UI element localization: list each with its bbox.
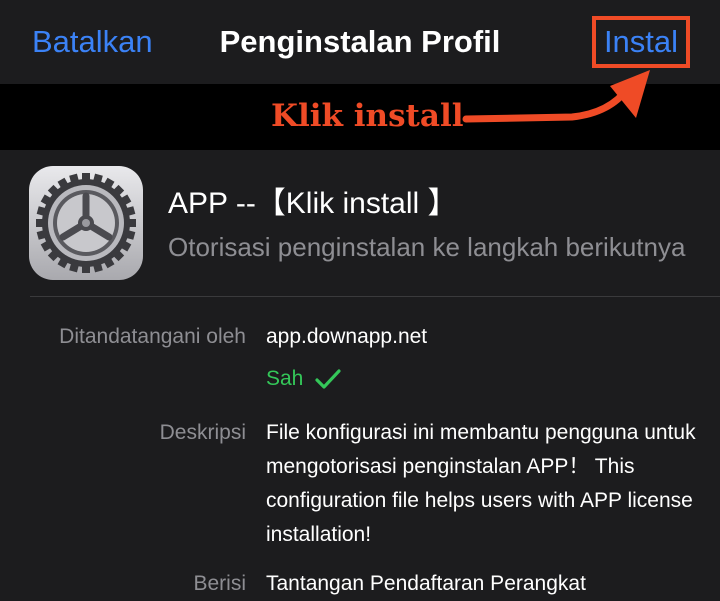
settings-gear-icon [29,166,143,280]
signed-by-value: app.downapp.net [266,325,428,348]
profile-name: APP --【Klik install 】 [168,187,458,220]
description-label: Deskripsi [159,421,246,444]
verified-status: Sah [266,362,341,396]
profile-subtitle: Otorisasi penginstalan ke langkah beriku… [168,232,686,262]
contains-label: Berisi [193,572,246,595]
description-value: File konfigurasi ini membantu pengguna u… [266,421,696,546]
checkmark-icon [315,369,341,389]
signed-by-label: Ditandatangani oleh [59,325,246,348]
verified-label: Sah [266,367,304,390]
divider [30,296,720,297]
contains-value: Tantangan Pendaftaran Perangkat [266,572,586,595]
